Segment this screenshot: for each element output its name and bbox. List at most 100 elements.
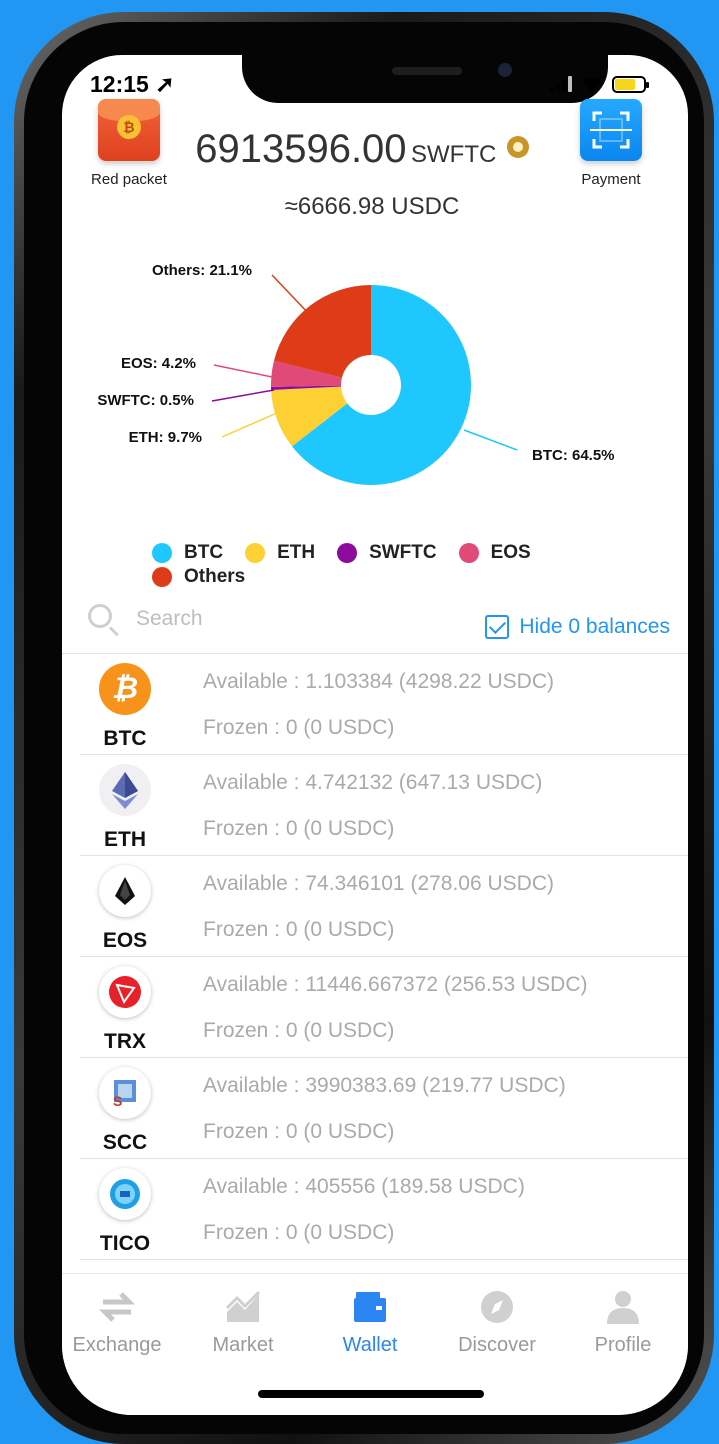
slice-label-eos: EOS: 4.2%: [121, 355, 196, 372]
slice-label-btc: BTC: 64.5%: [532, 447, 615, 464]
app-screen: 12:15 ➚ ₿ Red packet Payment 6913596.00 …: [62, 55, 688, 1415]
asset-list: ₿ BTC Available : 1.103384 (4298.22 USDC…: [62, 654, 688, 1260]
chart-legend: BTC ETH SWFTC EOS Others: [152, 542, 612, 588]
balance-amount: 6913596.00: [195, 127, 407, 171]
slice-label-others: Others: 21.1%: [152, 262, 252, 279]
legend-label: SWFTC: [369, 542, 437, 563]
search-input[interactable]: [136, 607, 296, 631]
asset-symbol: SCC: [102, 1131, 148, 1154]
slice-label-swftc: SWFTC: 0.5%: [97, 392, 194, 409]
tab-profile[interactable]: Profile: [568, 1290, 678, 1357]
asset-row-eos[interactable]: EOS Available : 74.346101 (278.06 USDC) …: [62, 856, 688, 957]
trx-icon: [99, 966, 151, 1018]
leader-line-others: [271, 274, 311, 316]
asset-symbol: EOS: [102, 929, 148, 952]
legend-dot-icon: [337, 543, 358, 563]
asset-row-tico[interactable]: TICO Available : 405556 (189.58 USDC) Fr…: [62, 1159, 688, 1260]
asset-row-trx[interactable]: TRX Available : 11446.667372 (256.53 USD…: [62, 957, 688, 1058]
red-packet-button[interactable]: ₿ Red packet: [74, 99, 184, 188]
legend-item-btc: BTC: [152, 542, 223, 564]
asset-available: Available : 11446.667372 (256.53 USDC): [203, 973, 588, 996]
asset-frozen: Frozen : 0 (0 USDC): [203, 1221, 395, 1244]
asset-frozen: Frozen : 0 (0 USDC): [203, 1120, 395, 1143]
market-icon: [225, 1290, 261, 1324]
legend-label: Others: [184, 566, 246, 587]
balance-unit: SWFTC: [411, 141, 497, 168]
tab-wallet[interactable]: Wallet: [315, 1290, 425, 1357]
asset-symbol: TICO: [99, 1232, 151, 1255]
usd-equivalent: ≈6666.98 USDC: [284, 193, 460, 220]
leader-line-swftc: [211, 389, 275, 402]
asset-frozen: Frozen : 0 (0 USDC): [203, 817, 395, 840]
svg-text:S: S: [113, 1093, 122, 1109]
search-icon: [86, 602, 120, 637]
wifi-icon: [582, 77, 602, 92]
leader-line-btc: [463, 429, 518, 451]
eth-icon: [99, 764, 151, 816]
legend-label: EOS: [490, 542, 531, 563]
tab-exchange[interactable]: Exchange: [62, 1290, 172, 1357]
tab-label: Discover: [458, 1334, 536, 1356]
scc-icon: S: [99, 1067, 151, 1119]
tab-discover[interactable]: Discover: [442, 1290, 552, 1357]
asset-frozen: Frozen : 0 (0 USDC): [203, 918, 395, 941]
asset-row-btc[interactable]: ₿ BTC Available : 1.103384 (4298.22 USDC…: [62, 654, 688, 755]
btc-icon: ₿: [99, 663, 151, 715]
hide-zero-label: Hide 0 balances: [519, 615, 670, 638]
asset-frozen: Frozen : 0 (0 USDC): [203, 716, 395, 739]
asset-available: Available : 3990383.69 (219.77 USDC): [203, 1074, 566, 1097]
asset-row-eth[interactable]: ETH Available : 4.742132 (647.13 USDC) F…: [62, 755, 688, 856]
red-packet-icon: ₿: [98, 99, 160, 161]
tab-market[interactable]: Market: [188, 1290, 298, 1357]
wallet-icon: [352, 1290, 388, 1324]
tab-label: Profile: [594, 1334, 652, 1356]
signal-icon: [550, 76, 572, 92]
payment-button[interactable]: Payment: [556, 99, 666, 188]
swftc-coin-icon: [506, 136, 529, 158]
compass-icon: [479, 1290, 515, 1324]
asset-symbol: TRX: [104, 1030, 146, 1053]
home-indicator: [258, 1390, 484, 1398]
asset-available: Available : 405556 (189.58 USDC): [203, 1175, 525, 1198]
asset-symbol: BTC: [103, 727, 147, 750]
front-camera: [498, 63, 512, 77]
red-packet-label: Red packet: [91, 171, 167, 188]
search-bar[interactable]: [86, 602, 296, 637]
tab-label: Wallet: [342, 1334, 398, 1356]
asset-frozen: Frozen : 0 (0 USDC): [203, 1019, 395, 1042]
hide-zero-balances-toggle[interactable]: Hide 0 balances: [485, 615, 670, 639]
legend-dot-icon: [458, 543, 479, 563]
battery-icon: [612, 75, 649, 93]
legend-label: BTC: [184, 542, 224, 563]
legend-dot-icon: [152, 567, 172, 587]
exchange-icon: [98, 1290, 136, 1324]
total-balance: 6913596.00 SWFTC: [192, 127, 532, 172]
slice-label-eth: ETH: 9.7%: [129, 429, 202, 446]
asset-available: Available : 1.103384 (4298.22 USDC): [203, 670, 555, 693]
leader-line-eth: [221, 412, 278, 438]
legend-dot-icon: [152, 543, 172, 563]
legend-label: ETH: [277, 542, 316, 563]
tab-label: Exchange: [72, 1334, 162, 1356]
legend-item-eos: EOS: [458, 542, 531, 564]
checkbox-checked-icon[interactable]: [485, 615, 510, 639]
payment-label: Payment: [581, 171, 641, 188]
legend-dot-icon: [245, 543, 266, 563]
asset-available: Available : 74.346101 (278.06 USDC): [203, 872, 555, 895]
tab-label: Market: [212, 1334, 274, 1356]
eos-icon: [99, 865, 151, 917]
scan-icon: [580, 99, 642, 161]
status-time: 12:15 ➚: [90, 71, 175, 97]
asset-symbol: ETH: [104, 828, 146, 851]
leader-line-eos: [213, 364, 273, 378]
legend-item-swftc: SWFTC: [337, 542, 437, 564]
status-icons: [550, 73, 649, 95]
legend-item-eth: ETH: [245, 542, 315, 564]
profile-icon: [605, 1290, 641, 1324]
asset-allocation-chart: BTC: 64.5% ETH: 9.7% SWFTC: 0.5% EOS: 4.2% O…: [97, 262, 615, 485]
speaker-grille: [392, 67, 462, 75]
asset-available: Available : 4.742132 (647.13 USDC): [203, 771, 543, 794]
legend-item-others: Others: [152, 566, 245, 588]
asset-row-scc[interactable]: S SCC Available : 3990383.69 (219.77 USD…: [62, 1058, 688, 1159]
tico-icon: [99, 1168, 151, 1220]
